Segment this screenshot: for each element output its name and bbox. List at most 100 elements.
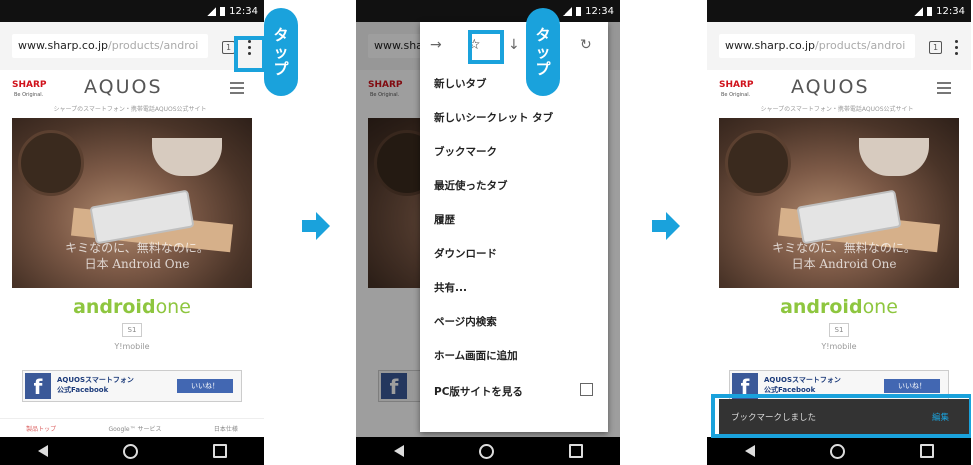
android-nav-bar	[0, 437, 264, 465]
footer-link-google[interactable]: Google™ サービス	[108, 424, 161, 433]
cup-image	[859, 138, 929, 176]
like-button[interactable]: いいね！	[177, 379, 233, 393]
browser-toolbar: www.sharp.co.jp/products/androi 1	[707, 22, 971, 71]
status-bar: 12:34	[356, 0, 620, 22]
home-icon[interactable]	[478, 443, 494, 459]
sharp-logo-sub: Be Original.	[721, 92, 751, 98]
recents-icon[interactable]	[919, 444, 934, 458]
facebook-line1: AQUOSスマートフォン	[764, 376, 841, 384]
menu-item-find-in-page[interactable]: ページ内検索	[434, 314, 497, 329]
tap-char-1: タ	[273, 25, 289, 44]
back-icon[interactable]	[744, 445, 755, 457]
bookmark-star-highlight	[468, 30, 504, 64]
hero-caption-line2: 日本 Android One	[84, 257, 190, 271]
carrier-label: Y!mobile	[821, 342, 857, 351]
home-icon[interactable]	[829, 443, 845, 459]
download-icon[interactable]: ↓	[508, 37, 520, 53]
home-icon[interactable]	[122, 443, 138, 459]
back-icon[interactable]	[37, 445, 48, 457]
tap-char-1: タ	[535, 25, 551, 44]
desktop-site-checkbox[interactable]	[580, 383, 593, 396]
signal-icon	[563, 6, 573, 16]
website-content: SHARP Be Original. AQUOS シャープのスマートフォン・携帯…	[707, 70, 971, 437]
aquos-brand: AQUOS	[791, 76, 870, 98]
hero-caption: キミなのに、無料なのに。 日本 Android One	[759, 240, 929, 272]
address-bar[interactable]: www.sharp.co.jp/products/androi	[719, 34, 915, 58]
status-bar: 12:34	[707, 0, 971, 22]
forward-icon[interactable]: →	[430, 37, 442, 53]
sharp-logo[interactable]: SHARP	[719, 80, 754, 90]
facebook-icon: f	[25, 373, 51, 399]
facebook-text: AQUOSスマートフォン 公式Facebook	[764, 375, 841, 395]
status-time: 12:34	[936, 5, 965, 17]
site-tagline: シャープのスマートフォン・携帯電話AQUOS公式サイト	[53, 106, 207, 113]
battery-icon	[576, 6, 582, 16]
signal-icon	[914, 6, 924, 16]
facebook-banner[interactable]: f AQUOSスマートフォン 公式Facebook いいね！	[22, 370, 242, 402]
recents-icon[interactable]	[212, 444, 227, 458]
hero-caption-line1: キミなのに、無料なのに。	[772, 241, 916, 255]
snackbar-highlight	[711, 394, 971, 438]
menu-item-downloads[interactable]: ダウンロード	[434, 246, 497, 261]
battery-icon	[220, 6, 226, 16]
menu-item-share[interactable]: 共有...	[434, 280, 467, 295]
tap-callout-1: タ ッ プ	[264, 8, 298, 96]
hero-caption: キミなのに、無料なのに。 日本 Android One	[52, 240, 222, 272]
android-nav-bar	[356, 437, 620, 465]
tap-char-3: プ	[273, 59, 289, 78]
signal-icon	[207, 6, 217, 16]
tab-switcher-icon[interactable]: 1	[929, 41, 942, 54]
one-word: one	[862, 296, 898, 318]
footer-link-top[interactable]: 製品トップ	[26, 424, 56, 433]
menu-icon-row: → ☆ ↓ ⓘ ↻	[420, 22, 608, 72]
sharp-logo-sub: Be Original.	[14, 92, 44, 98]
facebook-line2: 公式Facebook	[57, 386, 109, 394]
clock-image	[18, 130, 84, 196]
footer-link-japan[interactable]: 日本仕様	[214, 424, 238, 433]
status-bar: 12:34	[0, 0, 264, 22]
phone-screen-2: 12:34 www.sharp SHARP Be Original. f → ☆…	[356, 0, 620, 465]
menu-item-recent-tabs[interactable]: 最近使ったタブ	[434, 178, 508, 193]
sharp-logo[interactable]: SHARP	[12, 80, 47, 90]
menu-item-add-to-home[interactable]: ホーム画面に追加	[434, 348, 518, 363]
hero-caption-line2: 日本 Android One	[791, 257, 897, 271]
website-content: SHARP Be Original. AQUOS シャープのスマートフォン・携帯…	[0, 70, 264, 437]
status-time: 12:34	[229, 5, 258, 17]
clock-image	[725, 130, 791, 196]
menu-item-history[interactable]: 履歴	[434, 212, 455, 227]
cup-image	[152, 138, 222, 176]
site-tagline: シャープのスマートフォン・携帯電話AQUOS公式サイト	[760, 106, 914, 113]
hamburger-menu-icon[interactable]	[230, 82, 244, 94]
site-footer: 製品トップ Google™ サービス 日本仕様	[0, 418, 264, 438]
menu-item-incognito-tab[interactable]: 新しいシークレット タブ	[434, 110, 553, 125]
status-time: 12:34	[585, 5, 614, 17]
step-arrow-1	[302, 212, 330, 240]
menu-item-desktop-site[interactable]: PC版サイトを見る	[434, 384, 523, 399]
carrier-label: Y!mobile	[114, 342, 150, 351]
tap-char-2: ッ	[273, 42, 289, 61]
android-word: android	[73, 296, 156, 318]
menu-item-new-tab[interactable]: 新しいタブ	[434, 76, 487, 91]
address-bar[interactable]: www.sharp.co.jp/products/androi	[12, 34, 208, 58]
reload-icon[interactable]: ↻	[580, 37, 592, 53]
hero-photo: キミなのに、無料なのに。 日本 Android One	[719, 118, 959, 288]
model-badge: S1	[122, 323, 142, 337]
menu-item-bookmarks[interactable]: ブックマーク	[434, 144, 497, 159]
android-nav-bar	[707, 437, 971, 465]
recents-icon[interactable]	[568, 444, 583, 458]
hero-photo: キミなのに、無料なのに。 日本 Android One	[12, 118, 252, 288]
phone-screen-3: 12:34 www.sharp.co.jp/products/androi 1 …	[707, 0, 971, 465]
hero-caption-line1: キミなのに、無料なのに。	[65, 241, 209, 255]
tap-char-3: プ	[535, 59, 551, 78]
back-icon[interactable]	[393, 445, 404, 457]
menu-button-highlight	[234, 36, 264, 72]
hamburger-menu-icon[interactable]	[937, 82, 951, 94]
aquos-brand: AQUOS	[84, 76, 163, 98]
url-path: /products/androi	[815, 39, 906, 52]
like-button[interactable]: いいね！	[884, 379, 940, 393]
menu-dots-icon[interactable]	[951, 36, 961, 58]
phone-screen-1: 12:34 www.sharp.co.jp/products/androi 1 …	[0, 0, 264, 465]
one-word: one	[155, 296, 191, 318]
android-one-logo: androidone	[0, 296, 264, 318]
url-domain: www.sharp.co.jp	[725, 39, 816, 52]
